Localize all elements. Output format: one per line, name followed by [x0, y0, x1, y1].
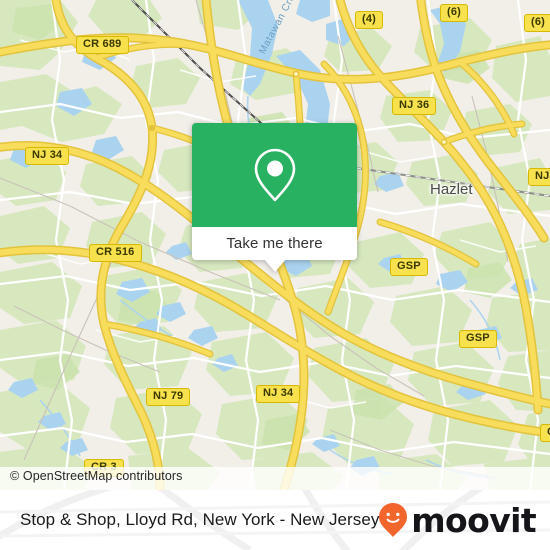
- popup-tail-pointer: [263, 259, 286, 272]
- popup-cta-row[interactable]: Take me there: [192, 227, 357, 260]
- moovit-smiley-pin-icon: [379, 503, 408, 537]
- attribution-text[interactable]: © OpenStreetMap contributors: [10, 469, 183, 483]
- map-pin-icon: [254, 148, 295, 202]
- moovit-logo[interactable]: moovit: [378, 500, 537, 540]
- footer-bar: Stop & Shop, Lloyd Rd, New York - New Je…: [0, 490, 550, 550]
- popup-header: [192, 123, 357, 227]
- moovit-map-screenshot: Hazlet Matawan Creek CR 689 (4) (6) (6) NJ 3…: [0, 0, 550, 550]
- take-me-there-label: Take me there: [226, 235, 323, 252]
- place-title: Stop & Shop, Lloyd Rd, New York - New Je…: [20, 510, 380, 529]
- location-popup-card[interactable]: Take me there: [192, 123, 357, 272]
- moovit-wordmark: moovit: [411, 500, 536, 540]
